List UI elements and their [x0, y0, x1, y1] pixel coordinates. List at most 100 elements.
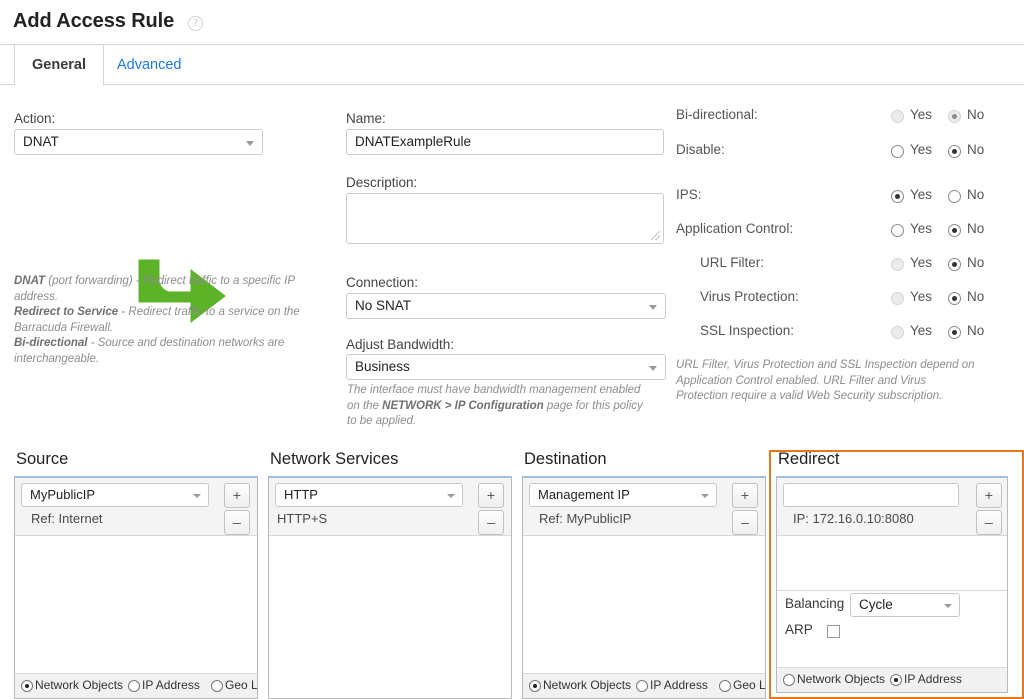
destination-remove-button[interactable]: – — [732, 510, 758, 535]
radio-ips-yes[interactable] — [891, 190, 904, 203]
option-label-ssl-inspection: SSL Inspection: — [700, 323, 795, 338]
redirect-option-label-network-objects: Network Objects — [797, 672, 886, 686]
radio-label-ips-no: No — [967, 187, 985, 202]
network-services-object-select[interactable]: HTTP — [275, 483, 463, 507]
note-bidir-bold: Bi-directional — [14, 337, 88, 349]
redirect-radio-ip-address[interactable] — [890, 674, 902, 686]
description-label: Description: — [346, 175, 418, 190]
source-radio-geo-loc[interactable] — [211, 680, 223, 692]
panel-title-network-services: Network Services — [270, 450, 399, 468]
source-radio-ip-address[interactable] — [128, 680, 140, 692]
note-redirect-bold: Redirect to Service — [14, 306, 119, 318]
radio-application-control-yes[interactable] — [891, 224, 904, 237]
option-label-bi-directional: Bi-directional: — [676, 107, 758, 122]
radio-url-filter-yes[interactable] — [891, 258, 904, 271]
radio-application-control-no[interactable] — [948, 224, 961, 237]
name-input[interactable]: DNATExampleRule — [346, 129, 664, 155]
security-options-note: URL Filter, Virus Protection and SSL Ins… — [676, 359, 975, 402]
balancing-select[interactable]: Cycle — [850, 593, 960, 617]
radio-ssl-inspection-yes[interactable] — [891, 326, 904, 339]
source-radio-network-objects[interactable] — [21, 680, 33, 692]
panel-box-network-services: HTTP HTTP+S + – — [268, 476, 512, 699]
note-dnat-bold: DNAT — [14, 275, 46, 287]
redirect-option-bar: Network Objects IP Address — [777, 667, 1007, 692]
panel-box-destination: Management IP Ref: MyPublicIP + – Networ… — [522, 476, 766, 699]
destination-list-body[interactable] — [523, 537, 765, 673]
destination-radio-ip-address[interactable] — [636, 680, 648, 692]
radio-ssl-inspection-no[interactable] — [948, 326, 961, 339]
destination-radio-geo-loc[interactable] — [719, 680, 731, 692]
radio-bi-directional-no[interactable] — [948, 110, 961, 123]
destination-entry-0[interactable]: Ref: MyPublicIP — [539, 511, 631, 526]
adjust-bandwidth-select[interactable]: Business — [346, 354, 666, 380]
radio-label-ssl-inspection-no: No — [967, 323, 985, 338]
destination-list-header: Management IP Ref: MyPublicIP — [523, 478, 765, 536]
source-list-header: MyPublicIP Ref: Internet — [15, 478, 257, 536]
source-option-label-network-objects: Network Objects — [35, 678, 124, 692]
bandwidth-help-note: The interface must have bandwidth manage… — [347, 383, 647, 430]
network-services-entry-0[interactable]: HTTP+S — [277, 511, 327, 526]
panel-title-destination: Destination — [524, 450, 607, 468]
redirect-list-body[interactable] — [777, 537, 1007, 591]
page-title: Add Access Rule — [13, 10, 175, 32]
panel-title-redirect: Redirect — [778, 450, 840, 468]
source-object-select[interactable]: MyPublicIP — [21, 483, 209, 507]
option-label-application-control: Application Control: — [676, 221, 794, 236]
connection-label: Connection: — [346, 275, 419, 290]
radio-bi-directional-yes[interactable] — [891, 110, 904, 123]
source-remove-button[interactable]: – — [224, 510, 250, 535]
description-textarea[interactable] — [346, 193, 664, 244]
redirect-option-label-ip-address: IP Address — [904, 672, 962, 686]
option-label-virus-protection: Virus Protection: — [700, 289, 799, 304]
radio-label-disable-yes: Yes — [910, 142, 933, 157]
redirect-list-header: IP: 172.16.0.10:8080 — [777, 478, 1007, 536]
radio-disable-yes[interactable] — [891, 145, 904, 158]
destination-add-button[interactable]: + — [732, 483, 758, 508]
redirect-radio-network-objects[interactable] — [783, 674, 795, 686]
panel-title-source: Source — [16, 450, 69, 468]
redirect-value-input[interactable] — [783, 483, 959, 507]
object-panels: Source MyPublicIP Ref: Internet + – Netw… — [0, 450, 1024, 699]
tab-advanced[interactable]: Advanced — [100, 45, 199, 85]
balancing-label: Balancing — [785, 596, 845, 611]
radio-label-virus-protection-no: No — [967, 289, 985, 304]
destination-option-bar: Network Objects IP Address Geo Loc — [523, 673, 765, 698]
source-option-label-ip-address: IP Address — [142, 678, 200, 692]
redirect-add-button[interactable]: + — [976, 483, 1002, 508]
radio-label-application-control-no: No — [967, 221, 985, 236]
action-select[interactable]: DNAT — [14, 129, 263, 155]
radio-ips-no[interactable] — [948, 190, 961, 203]
radio-label-application-control-yes: Yes — [910, 221, 933, 236]
radio-virus-protection-yes[interactable] — [891, 292, 904, 305]
source-option-label-geo-loc: Geo Loc — [225, 678, 257, 692]
resize-grip-icon[interactable] — [651, 231, 660, 240]
radio-label-url-filter-no: No — [967, 255, 985, 270]
network-services-remove-button[interactable]: – — [478, 510, 504, 535]
arp-checkbox[interactable] — [827, 625, 840, 638]
radio-label-virus-protection-yes: Yes — [910, 289, 933, 304]
help-question-circle-icon[interactable]: ? — [188, 16, 203, 31]
connection-select[interactable]: No SNAT — [346, 293, 666, 319]
general-form: Action: DNAT DNAT (port forwarding) - Re… — [0, 86, 1024, 441]
radio-virus-protection-no[interactable] — [948, 292, 961, 305]
radio-label-bi-directional-yes: Yes — [910, 107, 933, 122]
note-dnat-rest: (port forwarding) - Redirect traffic to … — [14, 275, 295, 303]
action-label: Action: — [14, 111, 56, 126]
arp-label: ARP — [785, 622, 813, 637]
tab-general[interactable]: General — [14, 45, 104, 86]
source-list-body[interactable] — [15, 537, 257, 673]
source-entry-0[interactable]: Ref: Internet — [31, 511, 103, 526]
radio-url-filter-no[interactable] — [948, 258, 961, 271]
network-services-add-button[interactable]: + — [478, 483, 504, 508]
redirect-remove-button[interactable]: – — [976, 510, 1002, 535]
panel-box-source: MyPublicIP Ref: Internet + – Network Obj… — [14, 476, 258, 699]
redirect-entry-0[interactable]: IP: 172.16.0.10:8080 — [793, 511, 914, 526]
destination-radio-network-objects[interactable] — [529, 680, 541, 692]
radio-label-ips-yes: Yes — [910, 187, 933, 202]
redirect-balancing-row: Balancing Cycle ARP — [777, 591, 1007, 646]
source-add-button[interactable]: + — [224, 483, 250, 508]
destination-object-select[interactable]: Management IP — [529, 483, 717, 507]
tab-bar: General Advanced — [0, 45, 1024, 86]
radio-disable-no[interactable] — [948, 145, 961, 158]
network-services-list-body[interactable] — [269, 537, 511, 698]
